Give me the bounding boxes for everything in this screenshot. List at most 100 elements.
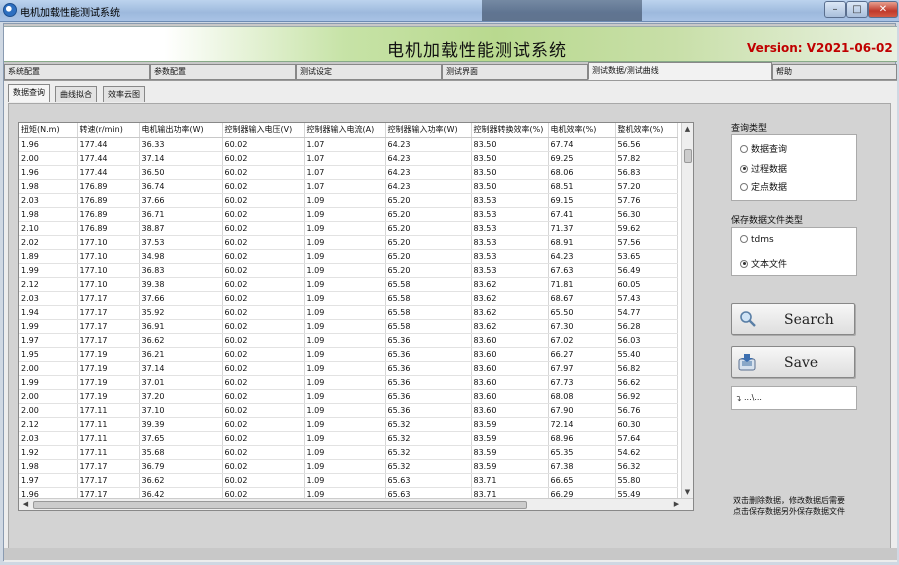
table-cell[interactable]: 1.09: [304, 417, 386, 432]
table-cell[interactable]: 39.39: [139, 417, 223, 432]
table-cell[interactable]: 177.10: [77, 277, 140, 292]
table-cell[interactable]: 65.58: [385, 319, 472, 334]
table-cell[interactable]: 56.28: [615, 319, 678, 334]
table-cell[interactable]: 177.44: [77, 165, 140, 180]
table-cell[interactable]: 83.60: [471, 375, 549, 390]
table-cell[interactable]: 60.02: [222, 263, 305, 278]
tab-test-setup[interactable]: 测试设定: [296, 64, 442, 80]
table-row[interactable]: 1.99 177.17 36.91 60.02 1.09 65.58 83.62 67.30 5…: [19, 319, 678, 334]
table-cell[interactable]: 1.09: [304, 361, 386, 376]
table-cell[interactable]: 83.60: [471, 347, 549, 362]
column-header[interactable]: 控制器输入电流(A): [304, 123, 386, 138]
table-cell[interactable]: 60.02: [222, 319, 305, 334]
scroll-down-icon[interactable]: ▼: [682, 487, 693, 498]
table-cell[interactable]: 83.53: [471, 207, 549, 222]
table-cell[interactable]: 177.11: [77, 403, 140, 418]
table-cell[interactable]: 60.02: [222, 221, 305, 236]
table-cell[interactable]: 1.98: [19, 207, 78, 222]
table-cell[interactable]: 60.02: [222, 389, 305, 404]
table-cell[interactable]: 1.09: [304, 319, 386, 334]
column-header[interactable]: 整机效率(%): [615, 123, 678, 138]
table-cell[interactable]: 176.89: [77, 179, 140, 194]
table-cell[interactable]: 65.36: [385, 389, 472, 404]
table-cell[interactable]: 1.07: [304, 151, 386, 166]
table-cell[interactable]: 37.14: [139, 361, 223, 376]
file-path-field[interactable]: ↴ ...\...: [731, 386, 857, 410]
table-cell[interactable]: 83.62: [471, 319, 549, 334]
table-cell[interactable]: 83.59: [471, 431, 549, 446]
table-row[interactable]: 2.00 177.19 37.14 60.02 1.09 65.36 83.60 67.97 5…: [19, 361, 678, 376]
table-cell[interactable]: 177.44: [77, 151, 140, 166]
table-cell[interactable]: 54.77: [615, 305, 678, 320]
table-cell[interactable]: 1.09: [304, 291, 386, 306]
column-header[interactable]: 控制器转换效率(%): [471, 123, 549, 138]
table-cell[interactable]: 65.50: [548, 305, 616, 320]
table-cell[interactable]: 60.02: [222, 473, 305, 488]
scroll-thumb[interactable]: [684, 149, 692, 163]
table-cell[interactable]: 60.02: [222, 193, 305, 208]
table-cell[interactable]: 36.62: [139, 333, 223, 348]
table-cell[interactable]: 60.05: [615, 277, 678, 292]
data-table[interactable]: 扭矩(N.m) 转速(r/min) 电机输出功率(W) 控制器输入电压(V) 控制器输入…: [18, 122, 694, 511]
table-cell[interactable]: 65.20: [385, 193, 472, 208]
table-cell[interactable]: 176.89: [77, 193, 140, 208]
table-row[interactable]: 2.03 177.11 37.65 60.02 1.09 65.32 83.59 68.96 5…: [19, 431, 678, 446]
table-cell[interactable]: 56.56: [615, 137, 678, 152]
table-cell[interactable]: 65.32: [385, 445, 472, 460]
table-cell[interactable]: 60.02: [222, 249, 305, 264]
table-cell[interactable]: 60.02: [222, 375, 305, 390]
table-cell[interactable]: 177.11: [77, 417, 140, 432]
radio-process-data[interactable]: 过程数据: [740, 162, 787, 175]
table-row[interactable]: 2.02 177.10 37.53 60.02 1.09 65.20 83.53 68.91 5…: [19, 235, 678, 250]
table-cell[interactable]: 56.83: [615, 165, 678, 180]
table-cell[interactable]: 65.36: [385, 333, 472, 348]
table-cell[interactable]: 2.03: [19, 291, 78, 306]
table-cell[interactable]: 36.33: [139, 137, 223, 152]
table-cell[interactable]: 177.19: [77, 347, 140, 362]
table-cell[interactable]: 56.92: [615, 389, 678, 404]
table-cell[interactable]: 83.62: [471, 291, 549, 306]
table-cell[interactable]: 55.40: [615, 347, 678, 362]
table-cell[interactable]: 36.91: [139, 319, 223, 334]
table-cell[interactable]: 37.14: [139, 151, 223, 166]
column-header[interactable]: 扭矩(N.m): [19, 123, 78, 138]
table-cell[interactable]: 1.09: [304, 445, 386, 460]
table-cell[interactable]: 69.15: [548, 193, 616, 208]
table-row[interactable]: 2.03 177.17 37.66 60.02 1.09 65.58 83.62 68.67 5…: [19, 291, 678, 306]
table-cell[interactable]: 65.20: [385, 221, 472, 236]
table-row[interactable]: 2.03 176.89 37.66 60.02 1.09 65.20 83.53 69.15 5…: [19, 193, 678, 208]
table-cell[interactable]: 1.09: [304, 347, 386, 362]
table-cell[interactable]: 65.20: [385, 207, 472, 222]
table-cell[interactable]: 68.67: [548, 291, 616, 306]
table-row[interactable]: 1.96 177.44 36.50 60.02 1.07 64.23 83.50 68.06 5…: [19, 165, 678, 180]
scroll-left-icon[interactable]: ◀: [20, 499, 31, 510]
table-cell[interactable]: 176.89: [77, 207, 140, 222]
table-vertical-scrollbar[interactable]: ▲ ▼: [681, 123, 693, 499]
table-row[interactable]: 2.12 177.10 39.38 60.02 1.09 65.58 83.62 71.81 6…: [19, 277, 678, 292]
table-cell[interactable]: 57.64: [615, 431, 678, 446]
table-cell[interactable]: 65.58: [385, 291, 472, 306]
table-cell[interactable]: 1.09: [304, 305, 386, 320]
table-cell[interactable]: 60.02: [222, 235, 305, 250]
table-cell[interactable]: 72.14: [548, 417, 616, 432]
table-row[interactable]: 2.10 176.89 38.87 60.02 1.09 65.20 83.53 71.37 5…: [19, 221, 678, 236]
table-cell[interactable]: 83.62: [471, 305, 549, 320]
table-cell[interactable]: 177.11: [77, 431, 140, 446]
table-cell[interactable]: 57.76: [615, 193, 678, 208]
table-cell[interactable]: 59.62: [615, 221, 678, 236]
table-cell[interactable]: 177.17: [77, 305, 140, 320]
table-cell[interactable]: 56.76: [615, 403, 678, 418]
table-cell[interactable]: 34.98: [139, 249, 223, 264]
table-cell[interactable]: 1.96: [19, 165, 78, 180]
table-cell[interactable]: 83.59: [471, 417, 549, 432]
table-cell[interactable]: 56.30: [615, 207, 678, 222]
table-row[interactable]: 1.97 177.17 36.62 60.02 1.09 65.36 83.60 67.02 5…: [19, 333, 678, 348]
table-cell[interactable]: 67.63: [548, 263, 616, 278]
table-row[interactable]: 1.95 177.19 36.21 60.02 1.09 65.36 83.60 66.27 5…: [19, 347, 678, 362]
table-cell[interactable]: 67.38: [548, 459, 616, 474]
table-cell[interactable]: 65.20: [385, 235, 472, 250]
table-row[interactable]: 1.98 176.89 36.71 60.02 1.09 65.20 83.53 67.41 5…: [19, 207, 678, 222]
table-cell[interactable]: 60.02: [222, 431, 305, 446]
table-cell[interactable]: 177.17: [77, 291, 140, 306]
table-cell[interactable]: 68.91: [548, 235, 616, 250]
